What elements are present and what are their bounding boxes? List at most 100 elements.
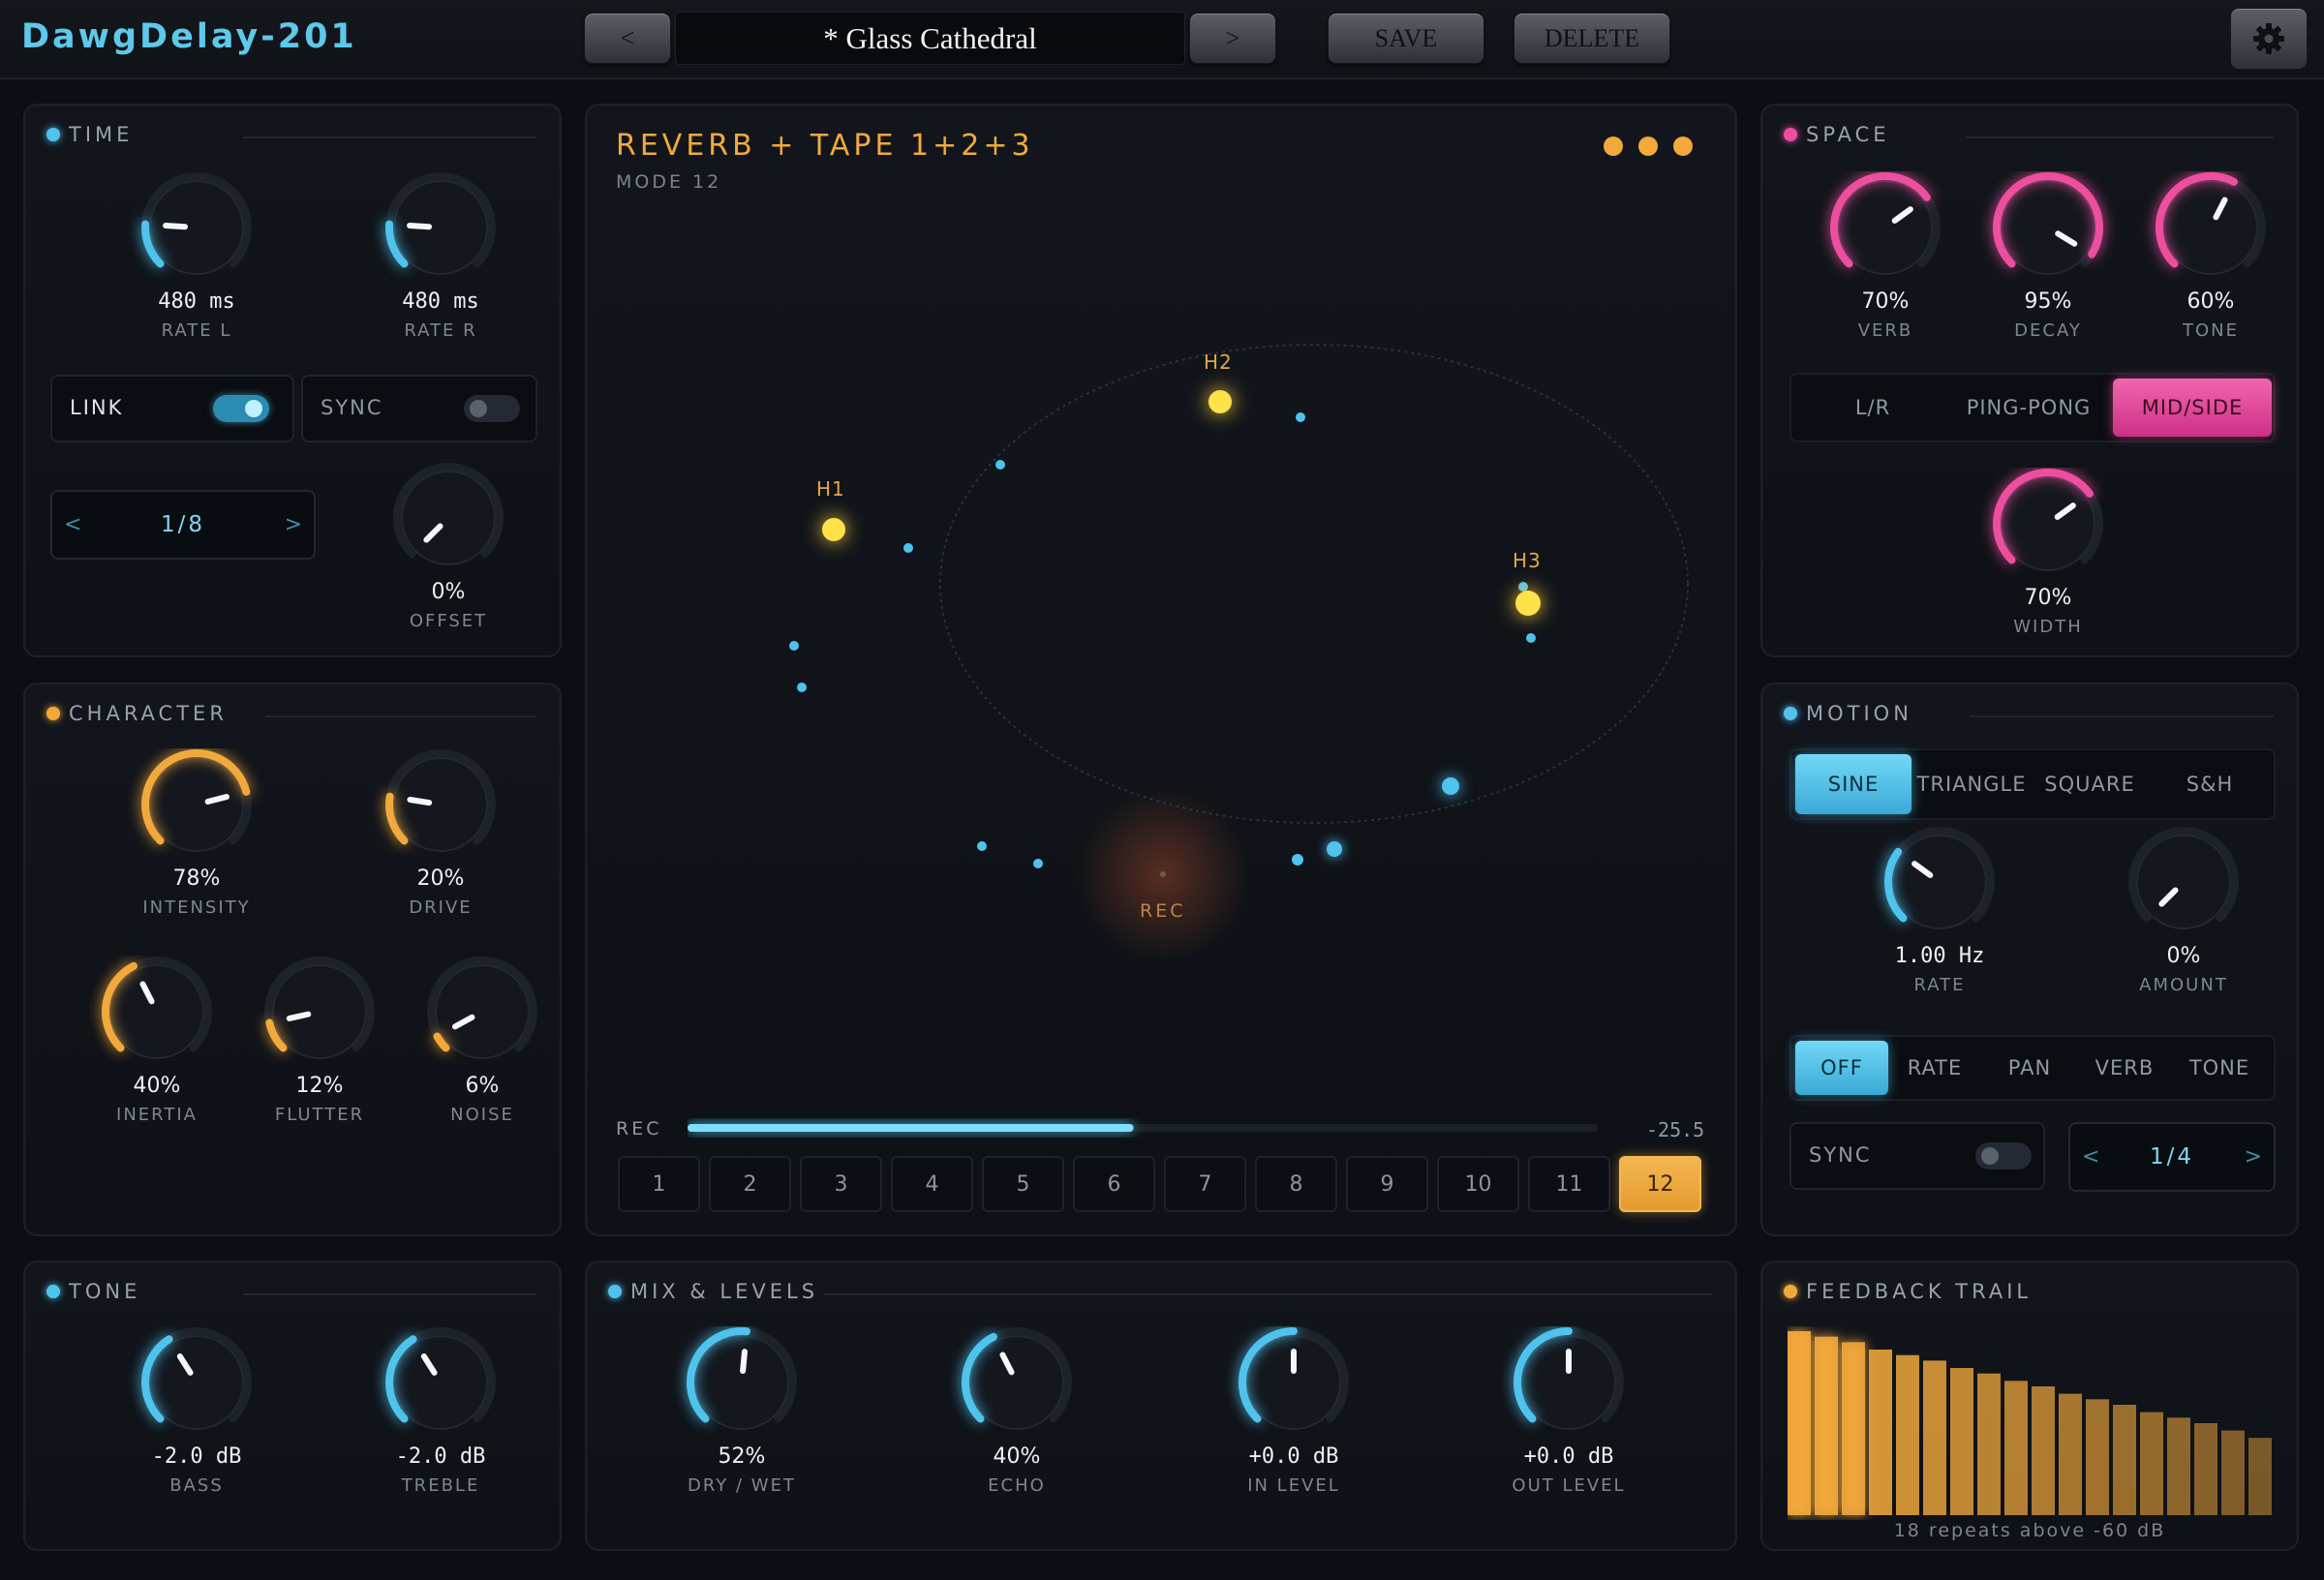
knob-dial[interactable] <box>1857 826 2022 942</box>
save-button[interactable]: SAVE <box>1328 13 1484 64</box>
knob-dial[interactable] <box>358 1326 523 1443</box>
trail-bar <box>2004 1381 2028 1515</box>
mode-slot-4[interactable]: 4 <box>891 1156 973 1212</box>
mode-slot-8[interactable]: 8 <box>1255 1156 1337 1212</box>
knob-dial[interactable] <box>1486 1326 1651 1443</box>
trail-bar <box>2059 1393 2082 1515</box>
target-off[interactable]: OFF <box>1795 1041 1888 1095</box>
knob-dial[interactable] <box>358 171 523 288</box>
flutter-knob[interactable]: 12% FLUTTER <box>237 956 402 1125</box>
mode-slot-5[interactable]: 5 <box>982 1156 1064 1212</box>
sync-toggle[interactable]: SYNC <box>301 375 537 442</box>
out-level-knob[interactable]: +0.0 dB OUT LEVEL <box>1486 1326 1651 1496</box>
mode-slot-10[interactable]: 10 <box>1437 1156 1519 1212</box>
target-verb[interactable]: VERB <box>2078 1041 2171 1095</box>
trail-bar <box>1896 1354 1919 1515</box>
knob-dial[interactable] <box>114 1326 279 1443</box>
offset-knob[interactable]: 0% OFFSET <box>366 462 531 631</box>
feedback-trail-caption: 18 repeats above -60 dB <box>1893 1520 2166 1541</box>
lfo-waveform-selector: SINE TRIANGLE SQUARE S&H <box>1789 748 2276 820</box>
mode-slot-12[interactable]: 12 <box>1619 1156 1701 1212</box>
lfo-sync-toggle[interactable]: SYNC <box>1789 1122 2045 1190</box>
intensity-knob[interactable]: 78% INTENSITY <box>114 748 279 918</box>
decay-knob[interactable]: 95% DECAY <box>1966 171 2130 341</box>
top-bar: DawgDelay-201 < * Glass Cathedral > SAVE… <box>0 0 2324 79</box>
mode-slot-1[interactable]: 1 <box>618 1156 700 1212</box>
knob-dial[interactable] <box>1803 171 1968 288</box>
mode-slot-3[interactable]: 3 <box>800 1156 882 1212</box>
knob-dial[interactable] <box>934 1326 1099 1443</box>
rate-r-knob[interactable]: 480 ms RATE R <box>358 171 523 341</box>
knob-dial[interactable] <box>366 462 531 578</box>
drive-knob[interactable]: 20% DRIVE <box>358 748 523 918</box>
feedback-trail-title: FEEDBACK TRAIL <box>1784 1280 2032 1303</box>
dry-wet-knob[interactable]: 52% DRY / WET <box>659 1326 824 1496</box>
verb-knob[interactable]: 70% VERB <box>1803 171 1968 341</box>
knob-dial[interactable] <box>1211 1326 1376 1443</box>
stereo-mode-mid-side[interactable]: MID/SIDE <box>2113 379 2272 437</box>
sync-switch[interactable] <box>464 395 520 422</box>
lfo-sync-switch[interactable] <box>1975 1142 2032 1170</box>
chevron-right-icon[interactable]: > <box>2245 1145 2262 1170</box>
mode-slot-7[interactable]: 7 <box>1164 1156 1246 1212</box>
knob-pointer <box>407 222 433 230</box>
bass-knob[interactable]: -2.0 dB BASS <box>114 1326 279 1496</box>
mode-slot-2[interactable]: 2 <box>709 1156 791 1212</box>
knob-dial[interactable] <box>1966 468 2130 584</box>
knob-dial[interactable] <box>659 1326 824 1443</box>
waveform-sample-hold[interactable]: S&H <box>2150 754 2270 814</box>
delete-button[interactable]: DELETE <box>1514 13 1670 64</box>
trail-bar <box>1815 1336 1838 1515</box>
target-rate[interactable]: RATE <box>1888 1041 1981 1095</box>
noise-knob[interactable]: 6% NOISE <box>400 956 565 1125</box>
lfo-amount-label: AMOUNT <box>2139 975 2228 995</box>
rate-l-knob[interactable]: 480 ms RATE L <box>114 171 279 341</box>
chevron-right-icon[interactable]: > <box>285 513 302 537</box>
offset-value: 0% <box>431 580 466 604</box>
rec-level-meter <box>688 1124 1598 1132</box>
inertia-knob[interactable]: 40% INERTIA <box>75 956 239 1125</box>
knob-dial[interactable] <box>400 956 565 1072</box>
echo-dot <box>1442 777 1459 795</box>
settings-button[interactable] <box>2230 8 2308 70</box>
space-tone-knob[interactable]: 60% TONE <box>2128 171 2293 341</box>
in-level-value: +0.0 dB <box>1248 1444 1339 1469</box>
knob-dial[interactable] <box>75 956 239 1072</box>
prev-preset-button[interactable]: < <box>584 13 671 64</box>
target-tone[interactable]: TONE <box>2173 1041 2266 1095</box>
playhead-h2-marker <box>1208 390 1232 413</box>
target-pan[interactable]: PAN <box>1983 1041 2076 1095</box>
knob-body <box>401 471 496 565</box>
lfo-amount-knob[interactable]: 0% AMOUNT <box>2101 826 2266 995</box>
link-toggle[interactable]: LINK <box>50 375 294 442</box>
echo-knob[interactable]: 40% ECHO <box>934 1326 1099 1496</box>
mode-slot-11[interactable]: 11 <box>1528 1156 1610 1212</box>
knob-dial[interactable] <box>114 748 279 865</box>
waveform-square[interactable]: SQUARE <box>2032 754 2148 814</box>
in-level-knob[interactable]: +0.0 dB IN LEVEL <box>1211 1326 1376 1496</box>
knob-body <box>393 757 488 852</box>
stereo-mode-ping-pong[interactable]: PING-PONG <box>1950 379 2107 437</box>
lfo-rate-knob[interactable]: 1.00 Hz RATE <box>1857 826 2022 995</box>
lfo-division-stepper[interactable]: < 1/4 > <box>2068 1122 2276 1192</box>
knob-dial[interactable] <box>1966 171 2130 288</box>
mode-slot-6[interactable]: 6 <box>1073 1156 1155 1212</box>
width-knob[interactable]: 70% WIDTH <box>1966 468 2130 637</box>
waveform-triangle[interactable]: TRIANGLE <box>1913 754 2030 814</box>
tone-panel-title: TONE <box>46 1280 140 1303</box>
link-switch[interactable] <box>213 395 269 422</box>
drive-value: 20% <box>416 866 465 891</box>
mode-slot-9[interactable]: 9 <box>1346 1156 1428 1212</box>
waveform-sine[interactable]: SINE <box>1795 754 1911 814</box>
knob-dial[interactable] <box>114 171 279 288</box>
motion-panel-title: MOTION <box>1784 702 1912 725</box>
knob-dial[interactable] <box>358 748 523 865</box>
treble-knob[interactable]: -2.0 dB TREBLE <box>358 1326 523 1496</box>
preset-name-display[interactable]: * Glass Cathedral <box>675 12 1185 65</box>
knob-dial[interactable] <box>2101 826 2266 942</box>
knob-dial[interactable] <box>237 956 402 1072</box>
stereo-mode-lr[interactable]: L/R <box>1795 379 1950 437</box>
next-preset-button[interactable]: > <box>1189 13 1276 64</box>
time-division-stepper[interactable]: < 1/8 > <box>50 490 316 560</box>
knob-dial[interactable] <box>2128 171 2293 288</box>
